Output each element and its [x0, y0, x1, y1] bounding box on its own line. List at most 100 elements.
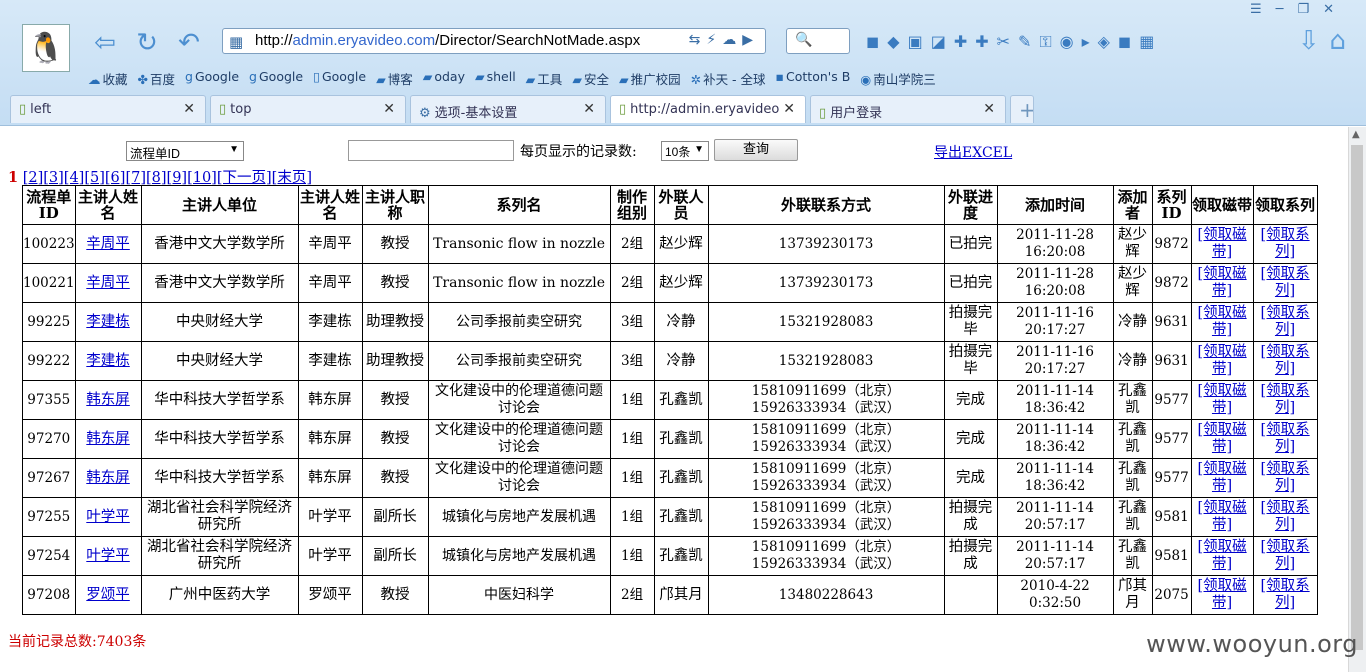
tab-settings[interactable]: ⚙ 选项-基本设置 ✕: [410, 95, 606, 123]
last-page-link[interactable]: [末页]: [272, 170, 312, 186]
claim-series-link[interactable]: [领取系列]: [1260, 344, 1309, 377]
search-field-select[interactable]: 流程单ID ▼: [126, 141, 244, 161]
cell-id: 97355: [22, 380, 76, 420]
vertical-scrollbar[interactable]: ▲: [1348, 127, 1366, 672]
bookmark-item[interactable]: ▰ 安全: [572, 69, 609, 87]
keyword-input[interactable]: [348, 140, 514, 161]
address-tools-icons[interactable]: ⇆⚡☁▶: [689, 32, 759, 48]
window-controls[interactable]: ☰─❐✕: [1250, 2, 1348, 17]
speaker-link[interactable]: 李建栋: [86, 314, 130, 330]
table-row: 100221 辛周平 香港中文大学数学所 辛周平 教授 Transonic flow in…: [22, 263, 1318, 303]
bookmark-item[interactable]: ◉ 南山学院三: [860, 69, 935, 87]
download-home-icons[interactable]: ⇩⌂: [1298, 26, 1356, 56]
refresh-icon[interactable]: ↻: [130, 28, 164, 58]
page-link[interactable]: [4]: [64, 170, 85, 186]
speaker-link[interactable]: 辛周平: [86, 236, 130, 252]
cell-id: 97270: [22, 419, 76, 459]
bookmark-item[interactable]: g Google: [185, 69, 239, 87]
close-icon[interactable]: ✕: [983, 101, 995, 117]
undo-icon[interactable]: ↶: [172, 28, 206, 58]
bookmark-item[interactable]: ▰ shell: [475, 69, 516, 87]
speaker-link[interactable]: 辛周平: [86, 275, 130, 291]
new-tab-button[interactable]: +: [1010, 95, 1034, 123]
back-icon[interactable]: ⇦: [88, 28, 122, 58]
tab-login[interactable]: ▯ 用户登录 ✕: [810, 95, 1006, 123]
page-link[interactable]: [2]: [23, 170, 44, 186]
cell-liaison: 赵少辉: [653, 224, 709, 264]
speaker-link[interactable]: 韩东屏: [86, 392, 130, 408]
claim-tape-link[interactable]: [领取磁带]: [1197, 266, 1246, 299]
speaker-link[interactable]: 罗颂平: [86, 587, 130, 603]
search-box[interactable]: 🔍: [786, 28, 850, 54]
close-icon[interactable]: ✕: [383, 101, 395, 117]
scroll-up-icon[interactable]: ▲: [1352, 129, 1360, 140]
speaker-link[interactable]: 李建栋: [86, 353, 130, 369]
close-icon[interactable]: ✕: [183, 101, 195, 117]
qq-penguin-logo[interactable]: 🐧: [22, 24, 70, 72]
bookmark-item[interactable]: ▪ Cotton's B: [776, 69, 851, 87]
claim-series-link[interactable]: [领取系列]: [1260, 422, 1309, 455]
bookmark-item[interactable]: ▰ 博客: [376, 69, 413, 87]
cell-group: 1组: [609, 536, 655, 576]
close-icon[interactable]: ✕: [583, 101, 595, 117]
export-excel-link[interactable]: 导出EXCEL: [934, 142, 1012, 162]
claim-tape-link[interactable]: [领取磁带]: [1197, 500, 1246, 533]
claim-series-link[interactable]: [领取系列]: [1260, 500, 1309, 533]
tab-current[interactable]: ▯ http://admin.eryavideo ✕: [610, 95, 806, 123]
bookmark-item[interactable]: ☁ 收藏: [88, 69, 128, 87]
cell-contact: 15810911699（北京）15926333934（武汉）: [707, 419, 945, 459]
page-link[interactable]: [3]: [43, 170, 64, 186]
tab-left[interactable]: ▯ left ✕: [10, 95, 206, 123]
claim-tape-link[interactable]: [领取磁带]: [1197, 383, 1246, 416]
bookmark-item[interactable]: g Google: [249, 69, 303, 87]
claim-tape-link[interactable]: [领取磁带]: [1197, 422, 1246, 455]
claim-series-link[interactable]: [领取系列]: [1260, 305, 1309, 338]
speaker-link[interactable]: 叶学平: [86, 509, 130, 525]
page-link[interactable]: [7]: [125, 170, 146, 186]
claim-tape-link[interactable]: [领取磁带]: [1197, 227, 1246, 260]
claim-tape-link[interactable]: [领取磁带]: [1197, 578, 1246, 611]
bookmark-item[interactable]: ✲ 补天 - 全球: [691, 69, 766, 87]
page-link[interactable]: [5]: [84, 170, 105, 186]
claim-tape-link[interactable]: [领取磁带]: [1197, 344, 1246, 377]
claim-series-link[interactable]: [领取系列]: [1260, 539, 1309, 572]
per-page-select[interactable]: 10条 ▼: [661, 141, 709, 161]
bookmark-item[interactable]: ✤ 百度: [138, 69, 176, 87]
claim-series-link[interactable]: [领取系列]: [1260, 383, 1309, 416]
cell-group: 2组: [609, 575, 655, 615]
claim-series-link[interactable]: [领取系列]: [1260, 227, 1309, 260]
cell-contact: 15810911699（北京）15926333934（武汉）: [707, 497, 945, 537]
bookmark-item[interactable]: ▰ oday: [423, 69, 465, 87]
cell-unit: 湖北省社会科学院经济研究所: [140, 536, 299, 576]
claim-series-link[interactable]: [领取系列]: [1260, 578, 1309, 611]
page-link[interactable]: [8]: [146, 170, 167, 186]
next-page-link[interactable]: [下一页]: [217, 170, 272, 186]
claim-tape-link[interactable]: [领取磁带]: [1197, 305, 1246, 338]
speaker-link[interactable]: 叶学平: [86, 548, 130, 564]
claim-series-link[interactable]: [领取系列]: [1260, 461, 1309, 494]
claim-tape-link[interactable]: [领取磁带]: [1197, 461, 1246, 494]
cell-adder: 邝其月: [1112, 575, 1153, 615]
bookmark-item[interactable]: ▰ 工具: [526, 69, 563, 87]
query-button[interactable]: 查询: [714, 139, 798, 161]
tab-top[interactable]: ▯ top ✕: [210, 95, 406, 123]
cell-id: 99225: [22, 302, 76, 342]
page-link[interactable]: [9]: [167, 170, 188, 186]
claim-tape-link[interactable]: [领取磁带]: [1197, 539, 1246, 572]
cell-action: [领取磁带]: [1190, 536, 1254, 576]
cell-speaker-name: 韩东屏: [74, 419, 142, 459]
scrollbar-thumb[interactable]: [1351, 145, 1363, 650]
toolbar-extension-icons[interactable]: ◼◆▣◪✚✚✂✎⚿◉▸◈◼▦: [866, 32, 1162, 52]
claim-series-link[interactable]: [领取系列]: [1260, 266, 1309, 299]
page-link[interactable]: [10]: [187, 170, 217, 186]
close-icon[interactable]: ✕: [783, 101, 795, 117]
cell-series: 公司季报前卖空研究: [427, 341, 611, 381]
speaker-link[interactable]: 韩东屏: [86, 431, 130, 447]
bookmark-item[interactable]: ▯ Google: [313, 69, 366, 87]
page-link[interactable]: [6]: [105, 170, 126, 186]
address-url[interactable]: http://admin.eryavideo.com/Director/Sear…: [255, 32, 640, 49]
bookmark-item[interactable]: ▰ 推广校园: [619, 69, 681, 87]
weibo-icon: ◉: [860, 72, 872, 87]
address-bar[interactable]: ▦ http://admin.eryavideo.com/Director/Se…: [222, 28, 766, 54]
speaker-link[interactable]: 韩东屏: [86, 470, 130, 486]
